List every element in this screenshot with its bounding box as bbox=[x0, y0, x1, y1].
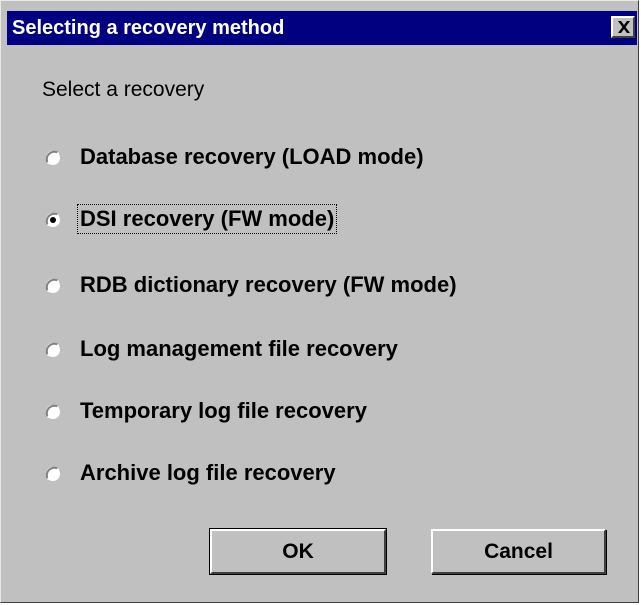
option-label: RDB dictionary recovery (FW mode) bbox=[80, 272, 457, 297]
option-label: Temporary log file recovery bbox=[80, 398, 367, 423]
radio-icon-unchecked[interactable] bbox=[44, 149, 62, 167]
title-bar[interactable]: Selecting a recovery method bbox=[7, 11, 637, 45]
recovery-method-dialog: Selecting a recovery method Select a rec… bbox=[0, 0, 639, 603]
cancel-button[interactable]: Cancel bbox=[431, 529, 606, 574]
option-label: Database recovery (LOAD mode) bbox=[80, 144, 424, 169]
option-label: Archive log file recovery bbox=[80, 460, 336, 485]
option-label: DSI recovery (FW mode) bbox=[76, 204, 338, 234]
radio-icon-unchecked[interactable] bbox=[44, 465, 62, 483]
ok-button[interactable]: OK bbox=[209, 528, 387, 575]
window-title: Selecting a recovery method bbox=[12, 17, 285, 39]
select-recovery-heading: Select a recovery bbox=[42, 78, 205, 101]
radio-icon-unchecked[interactable] bbox=[44, 341, 62, 359]
close-x-icon bbox=[618, 21, 630, 33]
radio-icon-checked[interactable] bbox=[44, 211, 62, 229]
radio-icon-unchecked[interactable] bbox=[44, 277, 62, 295]
close-button[interactable] bbox=[611, 16, 635, 38]
option-label: Log management file recovery bbox=[80, 336, 398, 361]
radio-icon-unchecked[interactable] bbox=[44, 403, 62, 421]
